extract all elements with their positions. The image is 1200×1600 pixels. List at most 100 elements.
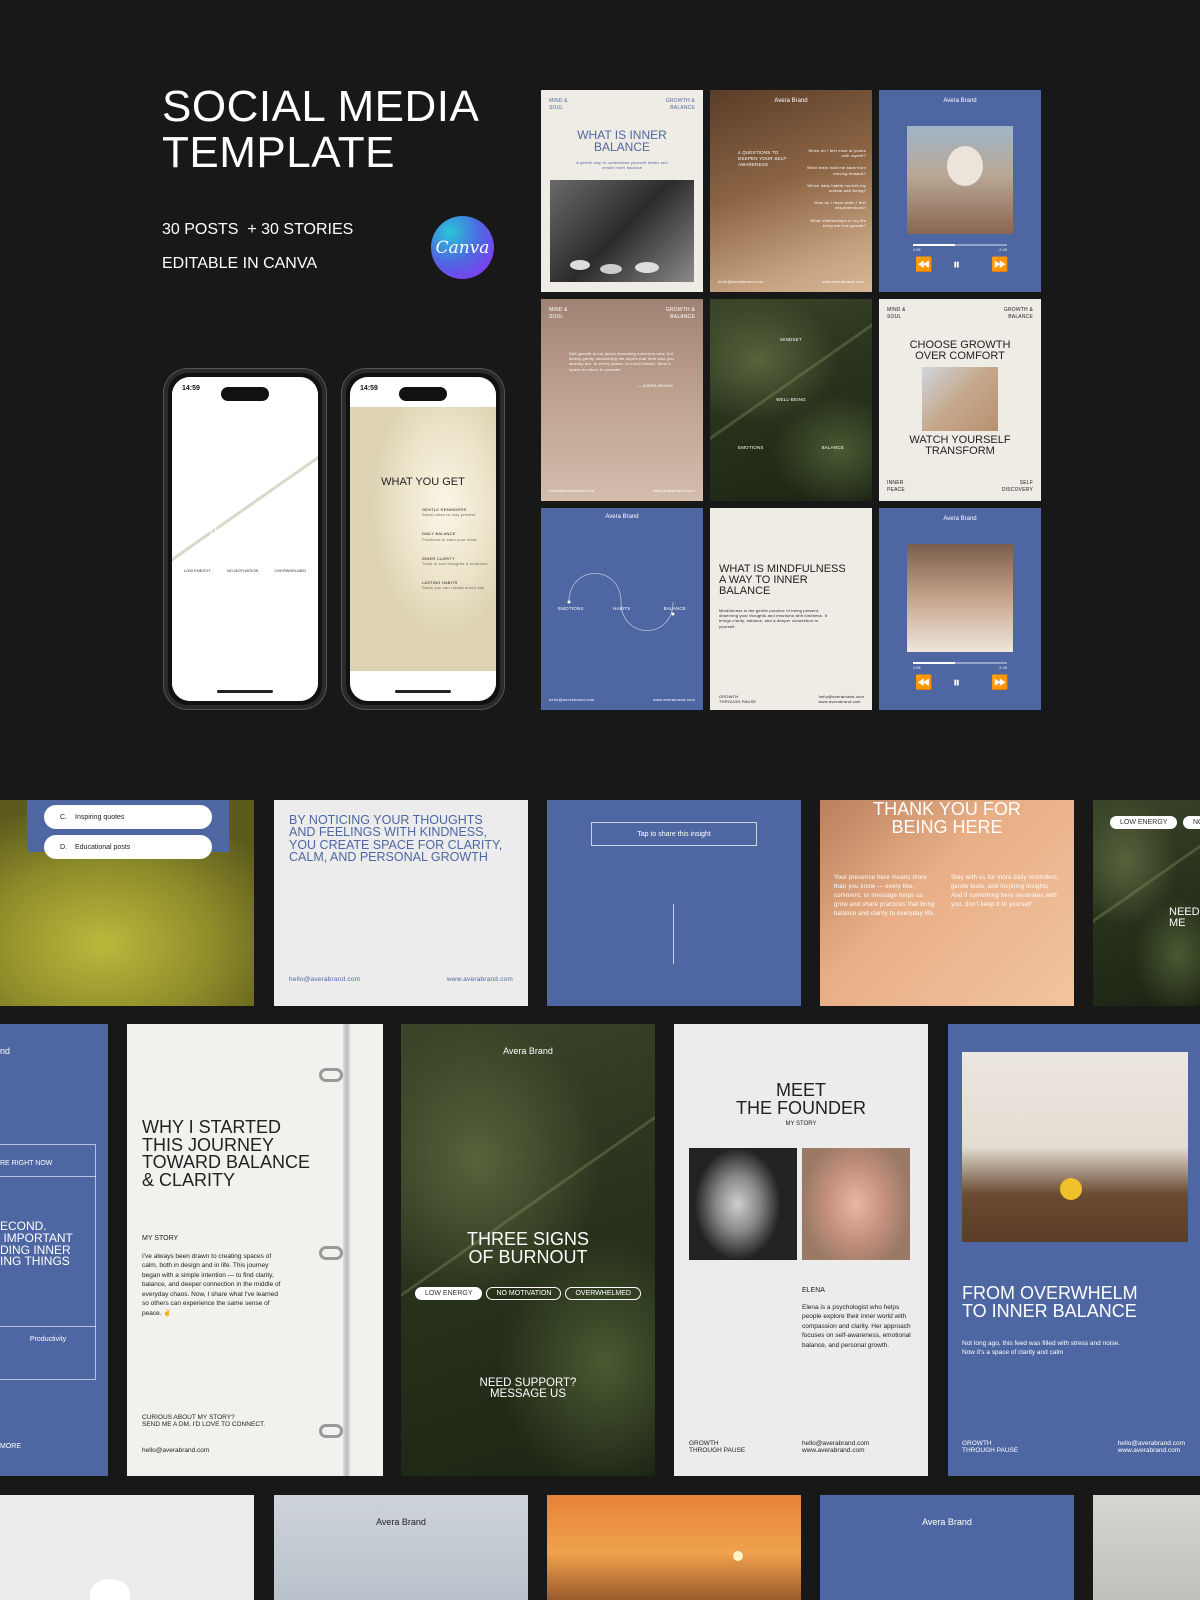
post-quote-woman[interactable]: MIND & SOUL GROWTH & BALANCE Self-growth… [541, 299, 703, 501]
pill-overwhelmed[interactable]: OVERWHELMED [565, 1287, 641, 1300]
story-cta[interactable]: NEED SUPPORT? MESSAGE US [401, 1377, 655, 1401]
post-questions[interactable]: Avera Brand 4 QUESTIONS TO DEEPEN YOUR S… [710, 90, 872, 292]
story-meet-founder[interactable]: MEET THE FOUNDER MY STORY ELENA Elena is… [674, 1024, 928, 1476]
pill-no-motivation[interactable]: NO [1183, 816, 1200, 829]
phone-1-time: 14:59 [182, 385, 200, 392]
story-row3-a[interactable] [0, 1495, 254, 1600]
question: How do I react when I feel misunderstood… [814, 200, 866, 211]
pill-no-motivation[interactable]: NO MOTIVATION [486, 1287, 562, 1300]
post-brand: Avera Brand [605, 514, 639, 520]
phone-1-home-bar[interactable] [217, 690, 273, 693]
pill-low-energy[interactable]: LOW ENERGY [1110, 816, 1178, 829]
fast-forward-icon[interactable]: ⏩ [991, 674, 1008, 691]
word-emotions: EMOTIONS [558, 606, 584, 611]
post-inner-balance[interactable]: MIND & SOUL GROWTH & BALANCE WHAT IS INN… [541, 90, 703, 292]
hands-photo [922, 367, 998, 431]
story-email: hello@averabrand.com [802, 1440, 870, 1447]
post-email: hello@averabrand.com [718, 278, 764, 284]
post-email: hello@averabrand.com [549, 696, 595, 702]
hands-flower-photo [962, 1052, 1188, 1242]
post-audio-player-2[interactable]: Avera Brand 1:05 -2:40 ⏪ ⏸ ⏩ [879, 508, 1041, 710]
canva-logo-text: Canva [435, 237, 490, 258]
story-three-signs[interactable]: Avera Brand THREE SIGNS OF BURNOUT LOW E… [401, 1024, 655, 1476]
fast-forward-icon[interactable]: ⏩ [991, 256, 1008, 273]
story-quiz-options[interactable]: C. Inspiring quotes D. Educational posts [0, 800, 254, 1006]
pill-low-energy[interactable]: LOW ENERGY [415, 1287, 483, 1300]
productivity-button[interactable]: Productivity [0, 1336, 96, 1343]
item-text: Steps you can repeat every day [422, 585, 485, 591]
story-contact: hello@averabrand.com www.averabrand.com [802, 1440, 869, 1454]
corner-label: INNER PEACE [887, 480, 905, 493]
story-burnout-partial[interactable]: LOW ENERGY NO NEED ME [1093, 800, 1200, 1006]
post-emotions-habits[interactable]: Avera Brand EMOTIONS HABITS BALANCE hell… [541, 508, 703, 710]
story-web: www.averabrand.com [1117, 1447, 1181, 1454]
post-title-2: WATCH YOURSELF TRANSFORM [909, 434, 1011, 457]
phone-2-notch [399, 387, 447, 401]
option-label: Educational posts [75, 843, 131, 851]
sun-shape [733, 1551, 743, 1561]
share-button[interactable]: Tap to share this insight [591, 822, 757, 846]
story-row3-d[interactable]: Avera Brand [820, 1495, 1074, 1600]
time-remaining: -2:40 [998, 248, 1007, 252]
pause-icon[interactable]: ⏸ [953, 256, 960, 273]
pill-no-motivation[interactable]: NO MOTIVATION [221, 566, 265, 575]
post-subtitle: A gentle way to understand yourself bett… [576, 160, 668, 171]
word-habits: HABITS [613, 606, 631, 611]
rewind-icon[interactable]: ⏪ [915, 256, 932, 273]
pill-overwhelmed[interactable]: OVERWHELMED [268, 566, 313, 575]
flower-petal-shape [90, 1579, 130, 1600]
phone-2-screen: 14:59 WHAT YOU GET GENTLE REMINDERS Small… [350, 377, 496, 701]
time-remaining: -2:40 [998, 666, 1007, 670]
phone-1-cta[interactable]: NEED SUPPORT? MESSAGE US [172, 613, 318, 628]
quiz-option-c[interactable]: C. Inspiring quotes [44, 805, 212, 829]
story-row3-b[interactable]: Avera Brand [274, 1495, 528, 1600]
story-sunset[interactable] [547, 1495, 801, 1600]
word-emotions: EMOTIONS [738, 445, 764, 450]
story-tagline: GROWTH THROUGH PAUSE [689, 1440, 746, 1454]
binder-spine [343, 1024, 351, 1476]
post-email: hello@averabrand.com [549, 487, 595, 493]
phone-2-home-bar[interactable] [395, 690, 451, 693]
post-choose-growth[interactable]: MIND & SOUL GROWTH & BALANCE CHOOSE GROW… [879, 299, 1041, 501]
progress-bar[interactable] [913, 662, 1007, 664]
story-brand: Avera Brand [922, 1517, 972, 1527]
story-overwhelm-balance[interactable]: FROM OVERWHELM TO INNER BALANCE Not long… [948, 1024, 1200, 1476]
rewind-icon[interactable]: ⏪ [915, 674, 932, 691]
story-productivity-partial[interactable]: nd RE RIGHT NOW ECOND. IMPORTANT DING IN… [0, 1024, 108, 1476]
story-text-right: Stay with us for more daily reminders, g… [951, 875, 1059, 908]
story-row3-e[interactable] [1093, 1495, 1200, 1600]
post-audio-player[interactable]: Avera Brand 1:05 -2:40 ⏪ ⏸ ⏩ [879, 90, 1041, 292]
item-text: Small notes to stay present [422, 512, 476, 518]
story-why-i-started[interactable]: WHY I STARTED THIS JOURNEY TOWARD BALANC… [127, 1024, 383, 1476]
corner-label: MIND & SOUL [549, 98, 568, 111]
progress-bar[interactable] [913, 244, 1007, 246]
founder-name: ELENA [802, 1287, 825, 1294]
story-share-insight[interactable]: Tap to share this insight [547, 800, 801, 1006]
post-contact: hello@averabrand.com www.averabrand.com [819, 694, 864, 704]
corner-label: GROWTH THROUGH PAUSE [719, 693, 757, 704]
post-leaf-words[interactable]: MINDSET WELL-BEING EMOTIONS BALANCE [710, 299, 872, 501]
time-elapsed: 1:05 [913, 666, 921, 670]
post-web: www.averabrand.com [818, 698, 861, 704]
story-cta: CURIOUS ABOUT MY STORY? SEND ME A DM, I'… [142, 1414, 266, 1428]
quiz-option-d[interactable]: D. Educational posts [44, 835, 212, 859]
phone-2-list: GENTLE REMINDERS Small notes to stay pres… [422, 507, 490, 591]
story-noticing-thoughts[interactable]: BY NOTICING YOUR THOUGHTS AND FEELINGS W… [274, 800, 528, 1006]
question: Which daily habits nourish my mental wel… [807, 182, 866, 193]
story-title: FROM OVERWHELM TO INNER BALANCE [962, 1283, 1138, 1321]
post-brand: Avera Brand [774, 98, 808, 104]
pause-icon[interactable]: ⏸ [953, 674, 960, 691]
corner-label: GROWTH & BALANCE [665, 307, 695, 320]
pill-low-energy[interactable]: LOW ENERGY [177, 566, 217, 575]
question: When do I feel most at peace with myself… [808, 148, 866, 159]
story-pills: LOW ENERGY NO MOTIVATION OVERWHELMED [401, 1282, 655, 1300]
post-mindfulness[interactable]: WHAT IS MINDFULNESS A WAY TO INNER BALAN… [710, 508, 872, 710]
list-item: DAILY BALANCE Practices to calm your mind [422, 531, 490, 541]
post-body: Mindfulness is the gentle practice of be… [719, 608, 828, 629]
corner-label: GROWTH & BALANCE [665, 98, 695, 111]
question: What fears hold me back from moving forw… [807, 165, 866, 176]
story-thank-you[interactable]: THANK YOU FOR BEING HERE Your presence h… [820, 800, 1074, 1006]
binder-ring-icon [319, 1246, 343, 1260]
flower-photo [802, 1148, 910, 1260]
post-web: www.averabrand.com [652, 696, 695, 702]
